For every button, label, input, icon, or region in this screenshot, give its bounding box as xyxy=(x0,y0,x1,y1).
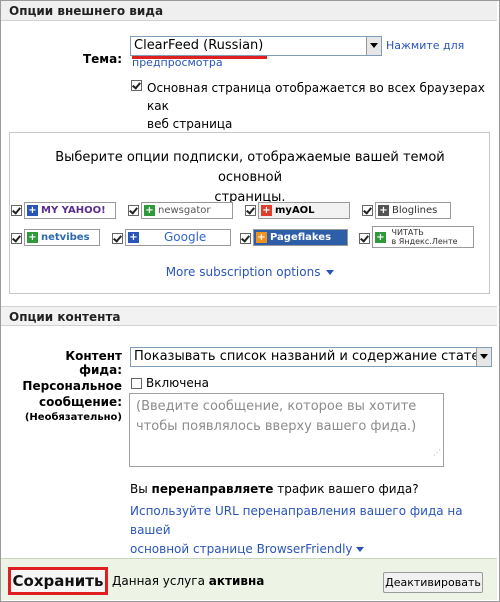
feed-content-label: Контент фида: xyxy=(65,349,122,377)
plus-icon: + xyxy=(261,205,272,216)
google-badge[interactable]: + Google xyxy=(125,229,231,246)
all-browsers-checkbox[interactable] xyxy=(131,80,142,91)
redirect-link-line-1: Используйте URL перенаправления вашего ф… xyxy=(130,504,463,537)
myaol-label: myAOL xyxy=(275,205,315,216)
redirect-link-line-2-wrap: основной странице BrowserFriendly xyxy=(130,540,490,559)
personal-message-label: Персональное сообщение: (Необязательно) xyxy=(20,378,122,426)
personal-label-line-2: сообщение: xyxy=(38,395,122,409)
newsgator-badge[interactable]: + newsgator xyxy=(141,202,233,219)
subscription-intro: Выберите опции подписки, отображаемые ва… xyxy=(30,148,470,208)
more-subscription-options-link[interactable]: More subscription options xyxy=(0,265,500,279)
bloglines-label: Bloglines xyxy=(392,205,438,216)
all-browsers-line-1: Основная страница отображается во всех б… xyxy=(147,81,485,113)
myyahoo-checkbox[interactable] xyxy=(11,205,22,216)
chevron-down-icon[interactable] xyxy=(366,37,381,55)
save-button[interactable]: Сохранить xyxy=(8,567,108,595)
theme-select[interactable]: ClearFeed (Russian) xyxy=(130,36,382,56)
pageflakes-checkbox[interactable] xyxy=(240,233,251,244)
more-options-label: More subscription options xyxy=(165,265,321,279)
chevron-down-icon xyxy=(326,270,335,275)
pageflakes-label: Pageflakes xyxy=(270,232,332,243)
plus-icon: + xyxy=(256,232,267,243)
subscription-intro-line-1: Выберите опции подписки, отображаемые ва… xyxy=(55,150,445,185)
chevron-down-icon[interactable] xyxy=(476,348,491,366)
personal-message-enabled-checkbox[interactable] xyxy=(131,378,142,389)
service-status-active: активна xyxy=(208,574,265,588)
deactivate-button[interactable]: Деактивировать xyxy=(383,572,483,593)
plus-icon: + xyxy=(27,232,38,243)
yandex-badge[interactable]: + ЧИТАТЬ в Яндекс.Ленте xyxy=(372,226,474,248)
google-label: Google xyxy=(164,230,207,244)
save-button-label: Сохранить xyxy=(12,572,104,590)
content-section-header: Опции контента xyxy=(1,306,497,326)
myyahoo-label: MY YAHOO! xyxy=(41,205,106,216)
yandex-label-line-1: ЧИТАТЬ xyxy=(391,228,424,237)
netvibes-label: netvibes xyxy=(41,232,90,243)
service-status-text: Данная услуга xyxy=(112,574,209,588)
newsgator-label: newsgator xyxy=(158,205,211,216)
personal-label-optional: (Необязательно) xyxy=(24,412,122,423)
plus-icon: + xyxy=(27,205,38,216)
plus-icon: + xyxy=(378,205,389,216)
myaol-checkbox[interactable] xyxy=(245,205,256,216)
plus-icon: + xyxy=(128,232,139,243)
yandex-label-line-2: в Яндекс.Ленте xyxy=(391,237,458,246)
redirect-question-bold: перенаправляете xyxy=(151,482,274,496)
message-placeholder-line-2: чтобы появлялось вверху вашего фида.) xyxy=(136,419,417,434)
feed-content-select[interactable]: Показывать список названий и содержание … xyxy=(130,347,492,367)
plus-icon: + xyxy=(375,232,386,243)
preview-link[interactable]: Нажмите для xyxy=(386,39,464,52)
personal-label-line-1: Персональное xyxy=(22,379,122,393)
resize-grip-icon[interactable]: ⋰ xyxy=(433,443,441,463)
feed-content-select-value: Показывать список названий и содержание … xyxy=(134,349,488,364)
google-checkbox[interactable] xyxy=(112,233,123,244)
redirect-url-link[interactable]: Используйте URL перенаправления вашего ф… xyxy=(130,502,490,559)
all-browsers-label: Основная страница отображается во всех б… xyxy=(147,79,487,133)
newsgator-checkbox[interactable] xyxy=(128,205,139,216)
message-placeholder-line-1: (Введите сообщение, которое вы хотите xyxy=(136,399,417,414)
personal-message-textarea[interactable]: (Введите сообщение, которое вы хотите чт… xyxy=(129,393,444,467)
bloglines-badge[interactable]: + Bloglines xyxy=(375,202,451,219)
preview-link-cont[interactable]: предпросмотра xyxy=(132,56,223,69)
enabled-label: Включена xyxy=(146,376,209,390)
theme-select-value: ClearFeed (Russian) xyxy=(134,38,264,53)
yandex-checkbox[interactable] xyxy=(359,233,370,244)
redirect-question: Вы перенаправляете трафик вашего фида? xyxy=(130,482,419,496)
plus-icon: + xyxy=(144,205,155,216)
myaol-badge[interactable]: + myAOL xyxy=(258,202,350,219)
theme-label: Тема: xyxy=(82,52,122,66)
netvibes-checkbox[interactable] xyxy=(11,233,22,244)
netvibes-badge[interactable]: + netvibes xyxy=(24,229,100,246)
service-status: Данная услуга активна xyxy=(112,574,264,588)
redirect-question-post: трафик вашего фида? xyxy=(273,482,419,496)
bloglines-checkbox[interactable] xyxy=(362,205,373,216)
chevron-down-icon xyxy=(356,547,365,552)
pageflakes-badge[interactable]: + Pageflakes xyxy=(253,229,348,246)
all-browsers-line-2: веб страница xyxy=(147,117,233,131)
appearance-section-header: Опции внешнего вида xyxy=(1,1,497,21)
yandex-label: ЧИТАТЬ в Яндекс.Ленте xyxy=(392,228,458,246)
redirect-link-line-2: основной странице BrowserFriendly xyxy=(130,542,353,556)
redirect-question-pre: Вы xyxy=(130,482,152,496)
myyahoo-badge[interactable]: + MY YAHOO! xyxy=(24,202,116,219)
